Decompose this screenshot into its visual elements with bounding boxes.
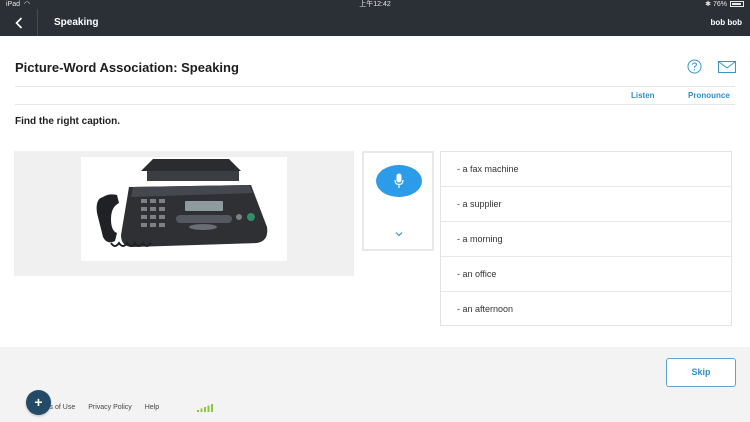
battery-percent: 76% [712,1,727,8]
caption-option[interactable]: - a supplier [441,187,731,222]
help-icon[interactable] [687,59,702,74]
user-name[interactable]: bob bob [710,9,742,36]
nav-bar: Speaking bob bob [0,9,750,36]
battery-icon [730,1,744,7]
footer: Skip Terms of Use Privacy Policy Help + [0,347,750,422]
nav-title: Speaking [54,17,99,28]
status-time: 上午12:42 [359,1,391,8]
help-link[interactable]: Help [145,404,159,411]
divider [15,86,735,87]
footer-links: Terms of Use Privacy Policy Help [34,404,170,411]
page-title: Picture-Word Association: Speaking [15,60,239,75]
instruction-text: Find the right caption. [15,116,120,127]
chevron-down-icon[interactable] [393,230,405,238]
record-panel [362,151,434,251]
divider [15,104,735,105]
caption-option[interactable]: - a morning [441,222,731,257]
status-bar: iPad ◠ 上午12:42 ✱ 76% [0,0,750,9]
caption-option[interactable]: - an afternoon [441,292,731,327]
pronounce-link[interactable]: Pronounce [688,91,730,100]
listen-link[interactable]: Listen [631,91,655,100]
image-panel [14,151,354,276]
fax-machine-illustration [96,159,268,247]
caption-options: - a fax machine - a supplier - a morning… [440,151,732,326]
microphone-icon [394,173,404,188]
add-button[interactable]: + [26,390,51,415]
caption-option[interactable]: - a fax machine [441,152,731,187]
status-right: ✱ 76% [705,0,744,9]
chevron-left-icon [14,16,22,29]
record-button[interactable] [376,165,422,197]
signal-icon [197,404,213,412]
mail-icon[interactable] [718,61,736,73]
skip-button[interactable]: Skip [666,358,736,387]
bluetooth-icon: ✱ [705,1,712,8]
fax-machine-image [81,157,287,261]
back-button[interactable] [0,9,38,36]
caption-option[interactable]: - an office [441,257,731,292]
privacy-link[interactable]: Privacy Policy [88,404,132,411]
